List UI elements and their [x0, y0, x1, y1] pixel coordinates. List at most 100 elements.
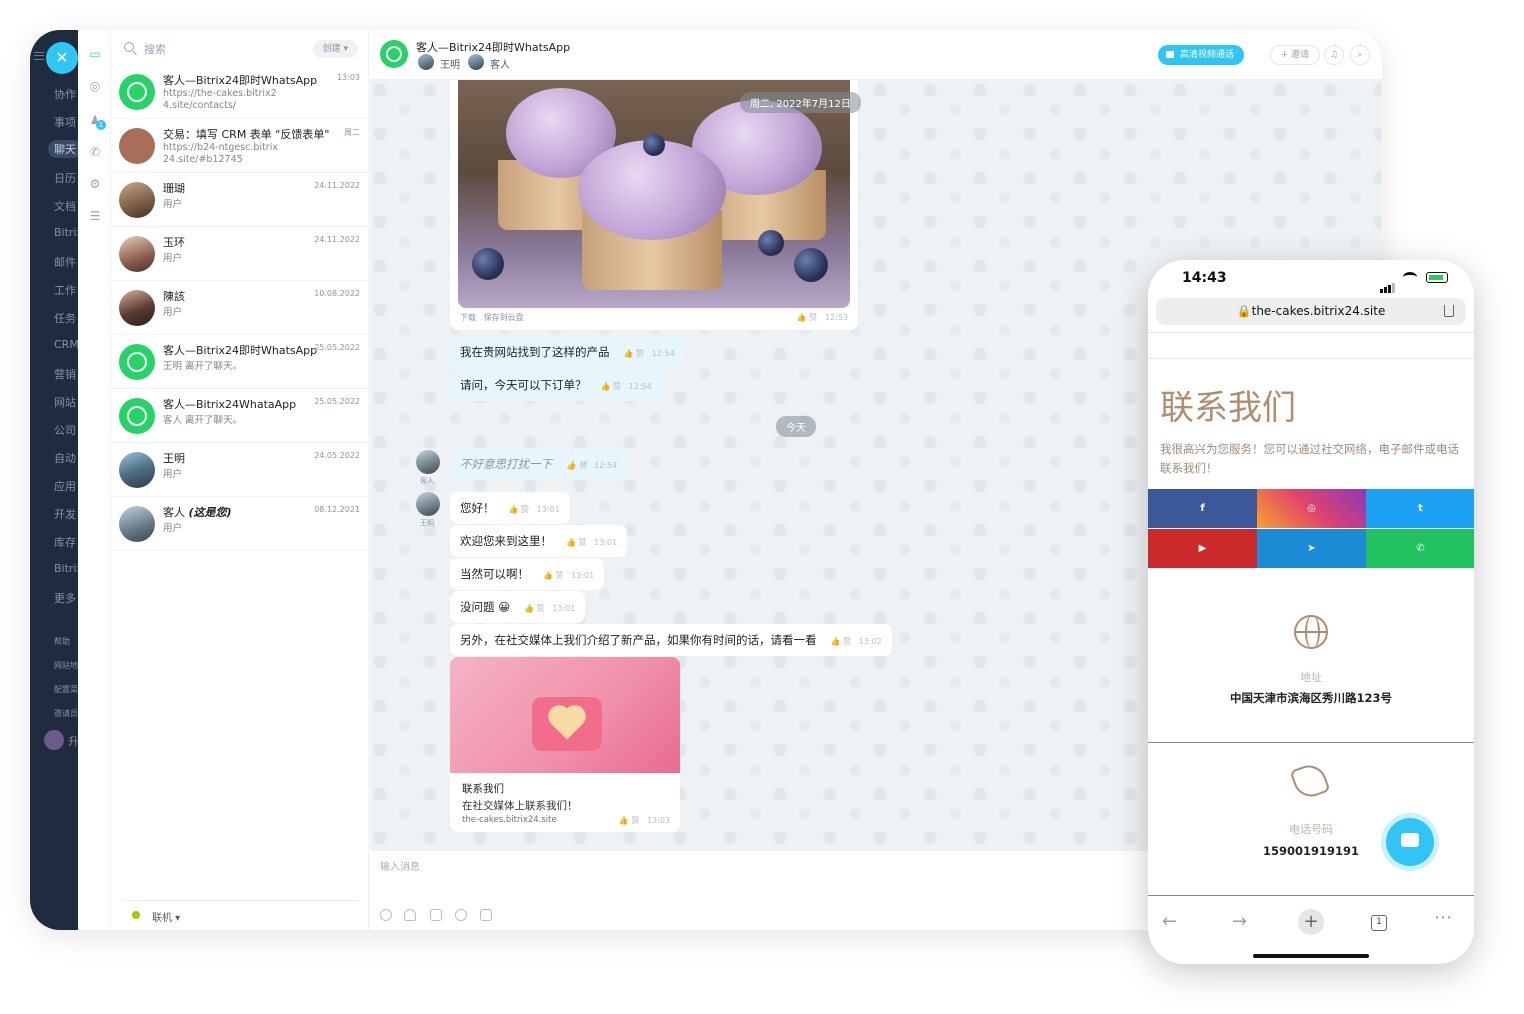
- message-meta: 👍 赞 13:02: [830, 637, 882, 646]
- link-preview-image[interactable]: [450, 657, 680, 773]
- like-label[interactable]: 赞: [579, 538, 587, 547]
- message-bubble[interactable]: 另外，在社交媒体上我们介绍了新产品，如果你有时间的话，请看一看 👍 赞 13:02: [450, 624, 892, 656]
- attach-icon[interactable]: [380, 909, 392, 921]
- nav-item[interactable]: 自动: [54, 450, 76, 466]
- guest-avatar[interactable]: [416, 450, 440, 474]
- member-name[interactable]: 王明: [440, 56, 460, 71]
- chat-list-item[interactable]: 陳該 10.08.2022 用户: [112, 282, 368, 335]
- nav-item[interactable]: 库存: [54, 534, 76, 550]
- nav-small-item[interactable]: 网站地: [54, 660, 78, 671]
- nav-item[interactable]: 工作: [54, 282, 76, 298]
- new-tab-icon[interactable]: +: [1298, 909, 1324, 935]
- member-avatar[interactable]: [418, 54, 434, 70]
- like-label[interactable]: 赞: [521, 505, 529, 514]
- nav-item[interactable]: 协作: [54, 86, 76, 102]
- emoji-icon[interactable]: [455, 909, 467, 921]
- nav-item[interactable]: 开发: [54, 506, 76, 522]
- nav-item[interactable]: 更多: [54, 590, 76, 606]
- facebook-icon[interactable]: f: [1148, 489, 1257, 528]
- download-link[interactable]: 下载: [460, 313, 476, 322]
- message-input[interactable]: 输入消息: [380, 858, 420, 873]
- telegram-icon[interactable]: ➤: [1257, 529, 1366, 568]
- image-message[interactable]: 下载 保存到云盘 👍 赞 12:53: [450, 80, 858, 330]
- notes-icon[interactable]: ☰: [87, 208, 103, 224]
- save-to-drive-link[interactable]: 保存到云盘: [484, 313, 524, 322]
- like-label[interactable]: 赞: [556, 571, 564, 580]
- invite-button[interactable]: + 邀请: [1269, 45, 1320, 65]
- member-name[interactable]: 客人: [490, 56, 510, 71]
- create-button[interactable]: 创建 ▾: [312, 40, 358, 58]
- like-label[interactable]: 赞: [843, 637, 851, 646]
- chat-list-item[interactable]: 王明 24.05.2022 用户: [112, 444, 368, 497]
- settings-icon[interactable]: ⚙: [87, 176, 103, 192]
- status-selector[interactable]: 联机 ▾: [122, 900, 359, 930]
- nav-item[interactable]: 网站: [54, 394, 76, 410]
- nav-item[interactable]: CRM: [54, 338, 79, 351]
- instagram-icon[interactable]: ◎: [1257, 489, 1366, 528]
- address-bar[interactable]: 🔒the-cakes.bitrix24.site: [1156, 298, 1466, 325]
- message-bubble[interactable]: 欢迎您来到这里！ 👍 赞 13:01: [450, 525, 628, 557]
- cupcake-photo[interactable]: [458, 80, 850, 308]
- video-call-button[interactable]: 高清视频通话: [1157, 45, 1244, 65]
- message-bubble[interactable]: 不好意思打扰一下 👍 赞 12:54: [450, 448, 628, 480]
- like-label[interactable]: 赞: [537, 604, 545, 613]
- nav-item[interactable]: 邮件: [54, 254, 76, 270]
- nav-small-item[interactable]: 帮助: [54, 636, 70, 647]
- like-label[interactable]: 赞: [631, 816, 639, 825]
- message-bubble[interactable]: 我在贵网站找到了这样的产品 👍 赞 12:54: [450, 336, 685, 368]
- share-icon[interactable]: [1444, 305, 1454, 317]
- chat-widget-button[interactable]: [1386, 818, 1434, 866]
- like-label[interactable]: 赞: [636, 349, 644, 358]
- close-button[interactable]: ✕: [46, 42, 78, 74]
- like-label[interactable]: 赞: [579, 461, 587, 470]
- youtube-icon[interactable]: ▶: [1148, 529, 1257, 568]
- more-icon[interactable]: ⋯: [1434, 907, 1452, 928]
- profile-avatar[interactable]: [44, 730, 64, 750]
- chat-list-item[interactable]: 客人 (这是您) 08.12.2021 用户: [112, 498, 368, 551]
- user-mention-icon[interactable]: [404, 909, 416, 921]
- nav-item[interactable]: 任务: [54, 310, 76, 326]
- bell-icon[interactable]: ♫: [1324, 45, 1344, 65]
- message-bubble[interactable]: 请问，今天可以下订单？ 👍 赞 12:54: [450, 369, 662, 401]
- nav-item[interactable]: 公司: [54, 422, 76, 438]
- nav-item[interactable]: 事项: [54, 114, 76, 130]
- phone-icon[interactable]: ✆: [87, 144, 103, 160]
- nav-item[interactable]: 应用: [54, 478, 76, 494]
- chat-icon[interactable]: ▭: [87, 46, 103, 62]
- nav-small-item[interactable]: 邀请员: [54, 708, 78, 719]
- operator-avatar[interactable]: [416, 492, 440, 516]
- search-messages-icon[interactable]: ⌕: [1350, 45, 1370, 65]
- link-url[interactable]: the-cakes.bitrix24.site: [462, 815, 557, 825]
- whatsapp-icon[interactable]: ✆: [1366, 529, 1474, 568]
- nav-small-item[interactable]: 配置菜: [54, 684, 78, 695]
- link-preview-card[interactable]: 联系我们 在社交媒体上联系我们！ the-cakes.bitrix24.site…: [450, 657, 680, 832]
- back-icon[interactable]: ←: [1162, 911, 1177, 932]
- search-input[interactable]: 搜索: [144, 41, 166, 57]
- message-bubble[interactable]: 没问题 😀 👍 赞 13:01: [450, 591, 586, 623]
- like-label[interactable]: 赞: [613, 382, 621, 391]
- menu-icon[interactable]: [34, 52, 44, 60]
- nav-item-selected[interactable]: 聊天: [48, 140, 82, 158]
- message-bubble[interactable]: 当然可以啊！ 👍 赞 13:01: [450, 558, 605, 590]
- gallery-icon[interactable]: [480, 909, 492, 921]
- chat-header-title[interactable]: 客人—Bitrix24即时WhatsApp: [416, 39, 570, 55]
- message-bubble[interactable]: 您好！ 👍 赞 13:01: [450, 492, 570, 524]
- open-lines-icon[interactable]: ◎: [87, 78, 103, 94]
- member-avatar[interactable]: [468, 54, 484, 70]
- twitter-icon[interactable]: t: [1366, 489, 1474, 528]
- chat-list-item[interactable]: 客人—Bitrix24即时WhatsApp 13:03 https://the-…: [112, 66, 368, 119]
- chat-list-item[interactable]: 客人—Bitrix24WhataApp 25.05.2022 客人 离开了聊天。: [112, 390, 368, 443]
- chat-list-item[interactable]: 珊瑚 24.11.2022 用户: [112, 174, 368, 227]
- nav-item[interactable]: 文档: [54, 198, 76, 214]
- forward-icon[interactable]: →: [1232, 911, 1247, 932]
- chat-list-item[interactable]: 交易：填写 CRM 表单 "反馈表单" 周二 https://b24-ntges…: [112, 120, 368, 173]
- tabs-icon[interactable]: 1: [1371, 915, 1387, 931]
- chat-list-item[interactable]: 客人—Bitrix24即时WhatsApp 25.05.2022 王明 离开了聊…: [112, 336, 368, 389]
- chat-list-item[interactable]: 玉环 24.11.2022 用户: [112, 228, 368, 281]
- link-title[interactable]: 联系我们: [462, 781, 504, 796]
- nav-item[interactable]: 日历: [54, 170, 76, 186]
- nav-item[interactable]: 营销: [54, 366, 76, 382]
- edit-icon[interactable]: [430, 909, 442, 921]
- like-label[interactable]: 赞: [809, 313, 817, 322]
- message-meta: 👍 赞 12:54: [623, 349, 675, 358]
